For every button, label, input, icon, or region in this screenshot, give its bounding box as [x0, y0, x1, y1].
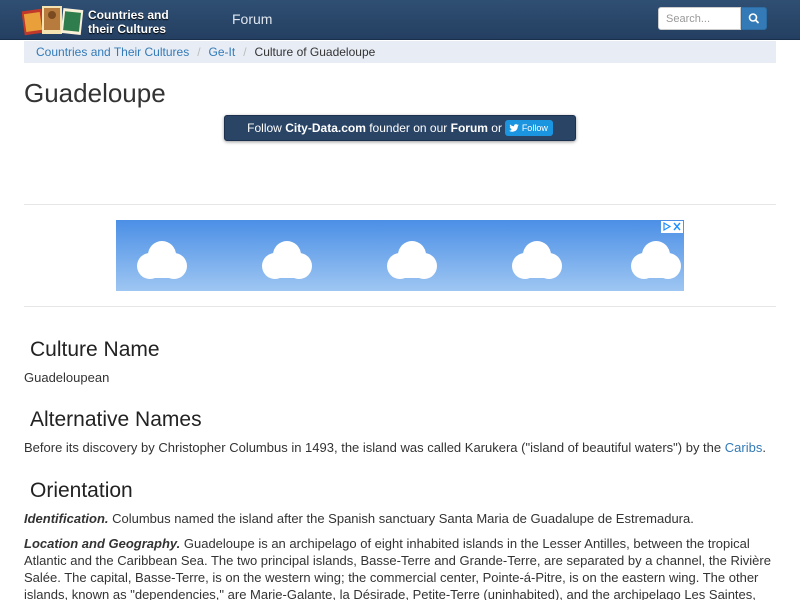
divider-bottom [24, 306, 776, 307]
heading-orientation: Orientation [30, 479, 133, 502]
ad-banner[interactable] [116, 220, 684, 291]
logo-image-icon [22, 6, 84, 36]
location-lead: Location and Geography. [24, 536, 181, 551]
identification-paragraph: Identification. Columbus named the islan… [24, 510, 776, 527]
search-icon [748, 13, 759, 24]
breadcrumb-link-countries[interactable]: Countries and Their Cultures [36, 45, 189, 59]
identification-text: Columbus named the island after the Span… [108, 511, 694, 526]
caribs-link[interactable]: Caribs [725, 440, 763, 455]
follow-banner: Follow City-Data.com founder on our Foru… [224, 115, 576, 141]
follow-forum-link[interactable]: Forum [451, 121, 488, 135]
logo-line-1: Countries and [88, 8, 169, 22]
logo-line-2: their Cultures [88, 22, 167, 36]
site-logo[interactable]: Countries and their Cultures [22, 2, 222, 38]
logo-text: Countries and their Cultures [88, 8, 169, 36]
nav-forum-link[interactable]: Forum [232, 11, 272, 27]
breadcrumb-current: Culture of Guadeloupe [254, 45, 376, 59]
follow-middle: founder on our [365, 121, 451, 135]
twitter-bird-icon [509, 123, 520, 132]
identification-lead: Identification. [24, 511, 109, 526]
breadcrumb-link-ge-it[interactable]: Ge-It [209, 45, 236, 59]
follow-prefix: Follow [247, 121, 286, 135]
ad-choices-close-button[interactable] [661, 221, 683, 233]
follow-or: or [487, 121, 506, 135]
follow-site-link[interactable]: City-Data.com [285, 121, 366, 135]
search-input[interactable] [658, 7, 741, 30]
twitter-follow-label: Follow [521, 122, 548, 133]
alternative-names-text-before: Before its discovery by Christopher Colu… [24, 440, 725, 455]
location-paragraph: Location and Geography. Guadeloupe is an… [24, 535, 776, 600]
breadcrumb-separator: / [197, 45, 201, 59]
alternative-names-text-after: . [762, 440, 766, 455]
search-button[interactable] [741, 7, 767, 30]
alternative-names-text: Before its discovery by Christopher Colu… [24, 439, 776, 456]
ad-choices-icon [663, 221, 681, 232]
page-title: Guadeloupe [24, 78, 166, 108]
cloud-pattern-icon [137, 241, 681, 279]
heading-culture-name: Culture Name [30, 338, 160, 361]
top-navbar: Countries and their Cultures Forum [0, 0, 800, 40]
heading-alternative-names: Alternative Names [30, 408, 202, 431]
breadcrumb-separator: / [243, 45, 247, 59]
culture-name-text: Guadeloupean [24, 370, 110, 385]
divider-top [24, 204, 776, 205]
breadcrumb: Countries and Their Cultures / Ge-It / Cultu… [24, 41, 776, 63]
twitter-follow-button[interactable]: Follow [505, 119, 553, 136]
